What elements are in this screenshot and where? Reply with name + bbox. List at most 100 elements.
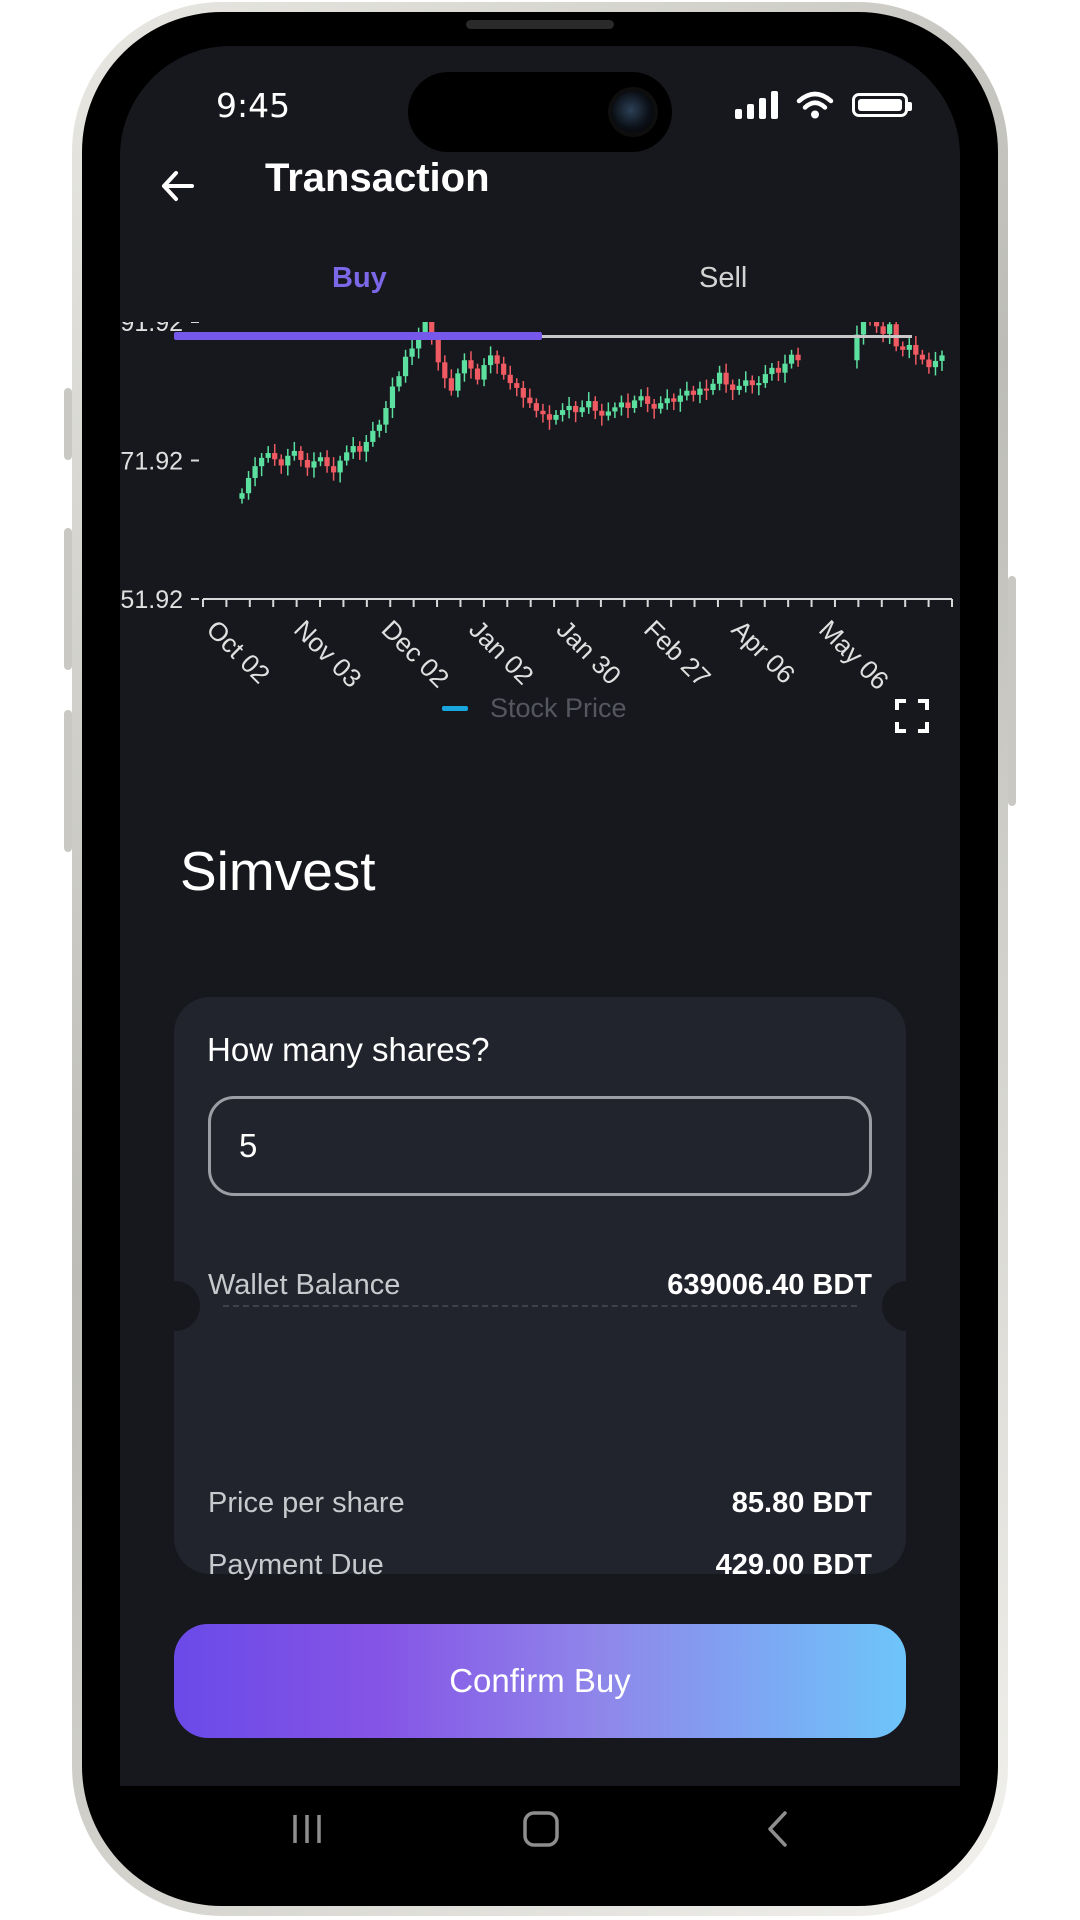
y-tick-label: ৳71.92	[120, 448, 183, 476]
candle-body	[860, 322, 867, 335]
x-tick-label: Jan 30	[551, 614, 627, 690]
candle-body	[684, 390, 690, 396]
candle-body	[723, 372, 729, 385]
y-tick-label: ৳51.92	[120, 586, 183, 614]
candle-body	[677, 395, 683, 402]
candle-body	[396, 376, 402, 387]
dynamic-island	[408, 72, 672, 152]
legend-label: Stock Price	[490, 693, 627, 723]
battery-icon	[852, 93, 912, 117]
candle-body	[317, 457, 324, 462]
wallet-balance-value: 639006.40 BDT	[667, 1269, 872, 1301]
candle-body	[461, 360, 468, 374]
shares-input[interactable]	[208, 1096, 872, 1196]
candle-body	[409, 348, 415, 357]
candle-body	[330, 466, 337, 473]
candle-body	[730, 384, 736, 391]
status-time: 9:45	[216, 86, 291, 125]
candle-body	[605, 411, 611, 416]
chart-legend[interactable]: Stock Price	[442, 693, 627, 724]
nav-home-button[interactable]	[511, 1801, 571, 1857]
candle-body	[501, 363, 507, 375]
candle-body	[651, 403, 657, 409]
candle-body	[573, 405, 579, 413]
fullscreen-icon[interactable]	[894, 698, 930, 734]
arrow-left-icon	[162, 171, 194, 201]
candle-body	[376, 424, 382, 431]
candle-body	[239, 493, 245, 499]
tab-buy[interactable]: Buy	[332, 262, 387, 295]
candle-body	[638, 396, 644, 401]
company-name: Simvest	[180, 840, 376, 902]
back-button[interactable]	[152, 160, 204, 212]
side-button-power	[1008, 576, 1016, 806]
payment-due-value: 429.00 BDT	[715, 1549, 872, 1581]
side-button-volume-down	[64, 710, 72, 852]
candle-body	[278, 459, 284, 466]
candle-body	[389, 386, 396, 409]
x-tick-label: Apr 06	[726, 614, 801, 689]
price-per-share-label: Price per share	[208, 1487, 405, 1519]
candle-body	[487, 355, 494, 366]
candle-body	[788, 354, 795, 364]
candle-body	[592, 401, 598, 411]
candle-body	[579, 407, 585, 413]
x-tick-label: May 06	[813, 614, 895, 696]
candle-body	[344, 452, 350, 461]
candle-body	[756, 383, 762, 386]
confirm-buy-button[interactable]: Confirm Buy	[174, 1624, 906, 1738]
candle-body	[658, 403, 664, 409]
nav-recents-button[interactable]	[277, 1801, 337, 1857]
candle-body	[913, 344, 919, 355]
candle-body	[645, 396, 651, 404]
candle-body	[736, 385, 742, 391]
candle-body	[880, 326, 886, 334]
candle-body	[422, 322, 428, 333]
candle-body	[402, 356, 409, 377]
candle-body	[664, 398, 670, 404]
candle-body	[540, 410, 546, 415]
candle-body	[854, 334, 860, 361]
candle-body	[527, 397, 533, 404]
x-tick-label: Jan 02	[463, 614, 539, 690]
candle-body	[625, 402, 631, 409]
shares-question: How many shares?	[207, 1031, 490, 1068]
candle-body	[716, 372, 723, 384]
candle-body	[435, 338, 441, 363]
front-camera-icon	[612, 91, 654, 133]
candle-body	[599, 410, 605, 416]
candle-body	[350, 446, 356, 453]
candle-body	[559, 410, 566, 415]
candle-body	[520, 387, 526, 398]
card-notch-right	[882, 1281, 932, 1331]
candle-body	[448, 378, 454, 391]
tab-underline-active	[174, 332, 542, 340]
candle-body	[749, 380, 755, 386]
side-button-action	[64, 388, 72, 460]
candle-body	[272, 453, 278, 460]
back-icon	[768, 1811, 787, 1847]
status-icons	[735, 90, 912, 120]
candle-body	[671, 398, 677, 402]
candle-body	[703, 388, 710, 391]
candle-body	[775, 367, 782, 373]
candle-body	[887, 324, 893, 334]
nav-back-button[interactable]	[748, 1801, 808, 1857]
candle-body	[932, 360, 939, 368]
candle-body	[337, 460, 343, 473]
cellular-signal-icon	[735, 91, 778, 119]
candle-body	[514, 383, 520, 388]
candle-body	[298, 450, 304, 460]
candle-body	[455, 373, 461, 391]
candle-body	[919, 354, 925, 360]
candle-body	[468, 360, 474, 369]
candle-body	[481, 365, 487, 380]
x-tick-label: Oct 02	[201, 614, 276, 689]
tab-sell[interactable]: Sell	[699, 262, 747, 295]
candle-body	[782, 363, 788, 373]
x-tick-label: Dec 02	[376, 614, 455, 693]
price-per-share-value: 85.80 BDT	[731, 1487, 872, 1519]
candle-body	[553, 414, 559, 420]
page-title: Transaction	[265, 156, 490, 200]
stock-price-chart[interactable]: ৳91.92৳71.92৳51.92Oct 02Nov 03Dec 02Jan …	[120, 322, 960, 712]
